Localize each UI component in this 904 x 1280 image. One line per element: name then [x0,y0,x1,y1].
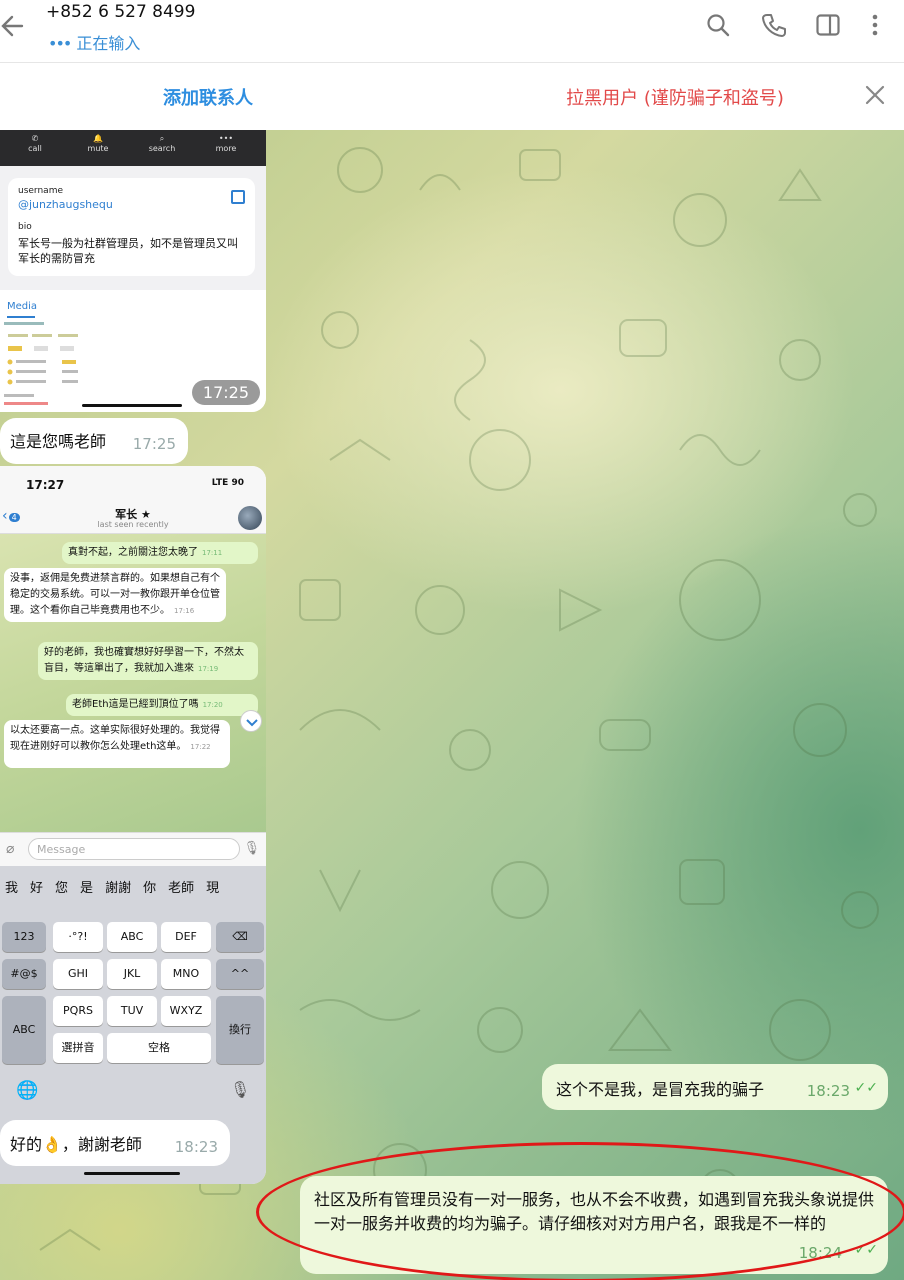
sidebar-icon[interactable] [813,10,843,40]
message-time: 18:23 [806,1082,850,1100]
message-bubble-incoming[interactable]: 好的👌，謝謝老師 18:23 [0,1120,230,1166]
phone-message-input: Message [28,838,240,860]
phone-signal-battery: LTE 90 [211,478,244,488]
key-emoticon: ^^ [216,959,264,989]
home-indicator [84,1172,180,1175]
more-vert-icon[interactable] [860,10,890,40]
key-def: DEF [161,922,211,952]
more-mini-button: ••• more [215,134,237,153]
message-text: 这个不是我，是冒充我的骗子 [556,1080,765,1099]
key-jkl: JKL [107,959,157,989]
image-message-phone-screenshot[interactable]: 17:27 LTE 90 ‹ 4 军长 ★ last seen recently … [0,466,266,1184]
media-tab-underline [7,316,35,318]
chat-area[interactable]: ✆ call 🔔 mute ⌕ search ••• more username @ju… [0,130,904,1280]
phone-last-seen: last seen recently [97,520,169,529]
chat-title[interactable]: +852 6 527 8499 [46,2,195,22]
close-icon[interactable] [862,82,888,108]
profile-action-row: ✆ call 🔔 mute ⌕ search ••• more [0,130,266,166]
typing-status-text: 正在输入 [76,34,141,53]
image-timestamp: 17:25 [191,380,260,405]
image-message-profile-screenshot[interactable]: ✆ call 🔔 mute ⌕ search ••• more username @ju… [0,130,266,412]
key-mno: MNO [161,959,211,989]
key-abc: ABC [107,922,157,952]
key-ghi: GHI [53,959,103,989]
phone-message-out: 真對不起，之前關注您太晚了 17:11 [62,542,258,564]
home-indicator [82,404,182,407]
phone-icon[interactable] [759,10,789,40]
key-symbols: #@$ [2,959,46,989]
phone-message-in: 没事，返佣是免费进禁言群的。如果想自己有个稳定的交易系统。可以一对一教你跟开单仓… [4,568,226,622]
key-tuv: TUV [107,996,157,1026]
add-contact-button[interactable]: 添加联系人 [0,84,416,110]
bio-label: bio [18,222,32,232]
phone-message-in: 以太还要高一点。这单实际很好处理的。我觉得现在进刚好可以教你怎么处理eth这单。… [4,720,230,768]
username-label: username [18,186,63,196]
message-text: 這是您嗎老師 [10,432,107,451]
media-thumbnail [4,322,78,405]
dictation-mic-icon: 🎙 [230,1080,251,1099]
mic-icon: 🎙 [243,841,260,856]
search-icon[interactable] [703,10,733,40]
search-mini-button: ⌕ search [148,134,176,153]
key-space: 空格 [107,1033,211,1063]
phone-status-bar: 17:27 LTE 90 [0,466,266,504]
double-check-icon: ✓✓ [854,1080,878,1096]
key-123: 123 [2,922,46,952]
key-abc-mode: ABC [2,996,46,1064]
qr-code-icon [231,190,245,204]
message-bubble-outgoing[interactable]: 这个不是我，是冒充我的骗子 18:23 ✓✓ [542,1064,888,1110]
mute-mini-button: 🔔 mute [87,134,109,153]
phone-message-out: 老師Eth這是已經到頂位了嗎 17:20 [66,694,258,716]
attach-icon: ⌀ [6,841,15,857]
back-arrow-icon[interactable] [0,8,30,44]
key-pqrs: PQRS [53,996,103,1026]
message-bubble-incoming[interactable]: 這是您嗎老師 17:25 [0,418,188,464]
typing-dots-icon: ••• [48,34,72,53]
phone-input-bar: ⌀ Message 🎙 [0,832,266,866]
message-text: 好的👌，謝謝老師 [10,1135,142,1154]
username-value: @junzhaugshequ [18,198,113,211]
phone-chat-nav: ‹ 4 军长 ★ last seen recently [0,504,266,534]
message-time: 17:25 [132,435,176,453]
call-mini-button: ✆ call [28,134,42,153]
phone-chat-area: 真對不起，之前關注您太晚了 17:11 没事，返佣是免费进禁言群的。如果想自己有个… [0,534,266,832]
typing-status: ••• 正在输入 [48,30,140,54]
block-user-button[interactable]: 拉黑用户 (谨防骗子和盗号) [500,84,850,110]
key-return: 換行 [216,996,264,1064]
key-pinyin: 選拼音 [53,1033,103,1063]
chevron-down-icon [240,710,262,732]
key-wxyz: WXYZ [161,996,211,1026]
phone-clock: 17:27 [26,478,65,492]
candidate-bar: 我好您是謝謝你老師現 [0,866,266,906]
globe-icon: 🌐 [16,1080,39,1101]
highlight-annotation-oval [256,1142,904,1280]
chat-header: +852 6 527 8499 ••• 正在输入 [0,0,904,63]
bio-value: 军长号一般为社群管理员，如不是管理员又叫军长的需防冒充 [18,237,238,265]
phone-message-out: 好的老師，我也確實想好好學習一下，不然太盲目，等這單出了，我就加入進來 17:19 [38,642,258,680]
profile-info-card: username @junzhaugshequ bio 军长号一般为社群管理员，… [8,178,255,276]
backspace-icon: ⌫ [216,922,264,952]
message-time: 18:23 [174,1138,218,1156]
key-punct: ·°?! [53,922,103,952]
contact-action-bar: 添加联系人 拉黑用户 (谨防骗子和盗号) [0,64,904,130]
avatar [238,506,262,530]
media-tab-label: Media [7,301,38,312]
